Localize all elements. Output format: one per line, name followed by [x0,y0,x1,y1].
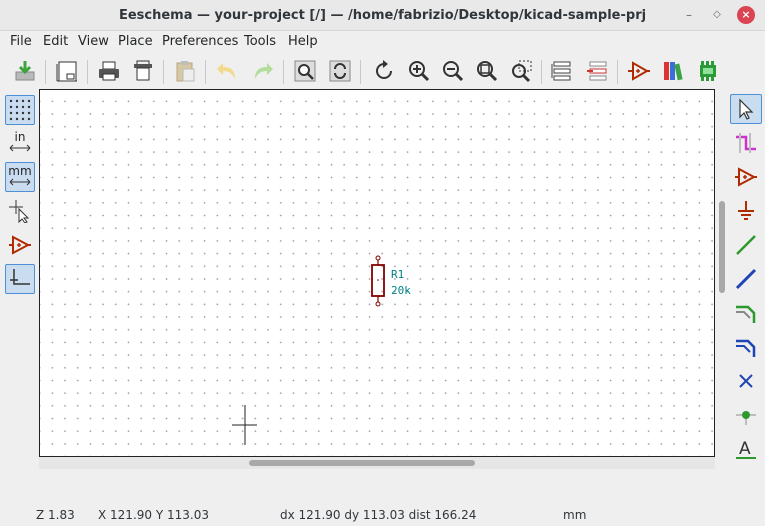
cursor-style-button[interactable] [5,196,35,226]
title-bar: Eeschema — your-project [/] — /home/fabr… [0,0,765,31]
vertical-scroll-thumb[interactable] [719,201,725,293]
units-mm-button[interactable]: mm [5,162,35,192]
highlight-net-icon [736,133,756,153]
bus-icon [735,268,757,290]
relative-coordinates: dx 121.90 dy 113.03 dist 166.24 [280,508,477,522]
zoom-readout: Z 1.83 [36,508,75,522]
undo-icon[interactable] [212,56,242,86]
horizontal-scrollbar[interactable] [39,457,715,469]
save-icon[interactable] [10,56,40,86]
annotate-icon[interactable] [693,56,723,86]
page-settings-icon[interactable] [52,56,82,86]
ground-icon [738,201,754,220]
units-readout: mm [563,508,587,522]
menu-view[interactable]: View [78,34,109,49]
right-toolbar: A [728,90,765,462]
symbol-library-browser-icon[interactable] [658,56,688,86]
plot-icon[interactable] [128,56,158,86]
main-toolbar [0,54,765,90]
zoom-fit-icon[interactable] [472,56,502,86]
menu-help[interactable]: Help [288,34,318,49]
orthogonal-wire-icon [10,269,30,285]
arrow-both-icon [9,144,31,152]
add-bus-button[interactable] [730,264,762,294]
hidden-pins-icon [9,235,31,255]
menu-tools[interactable]: Tools [244,34,276,49]
menu-file[interactable]: File [10,34,32,49]
grid-icon [9,99,31,121]
wire-bus-entry-icon [736,305,756,323]
units-inches-button[interactable]: in [5,128,35,158]
add-power-button[interactable] [730,196,762,226]
menu-edit[interactable]: Edit [43,34,68,49]
status-bar: Z 1.83 X 121.90 Y 113.03 dx 121.90 dy 11… [0,506,765,526]
close-button[interactable]: × [737,6,755,24]
cursor-coordinates: X 121.90 Y 113.03 [98,508,209,522]
paste-icon[interactable] [170,56,200,86]
resistor-symbol[interactable] [371,255,385,307]
svg-text:A: A [739,439,751,459]
find-icon[interactable] [290,56,320,86]
bus-bus-entry-icon [736,339,756,357]
horizontal-scroll-thumb[interactable] [249,460,475,466]
arrow-pointer-icon [739,98,754,120]
hidden-pins-button[interactable] [5,230,35,260]
arrow-both-icon [9,178,31,186]
zoom-out-icon[interactable] [438,56,468,86]
wire-to-bus-entry-button[interactable] [730,298,762,328]
menu-preferences[interactable]: Preferences [162,34,238,49]
zoom-selection-icon[interactable] [506,56,536,86]
crosshair-cursor [232,405,257,445]
unit-mm-label: mm [8,164,32,178]
redo-icon[interactable] [248,56,278,86]
find-replace-icon[interactable] [325,56,355,86]
show-grid-button[interactable] [5,95,35,125]
minimize-button[interactable]: – [680,6,698,24]
label-icon: A [736,439,756,459]
symbol-icon [735,167,757,187]
component-reference[interactable]: R1 [391,268,404,281]
orthogonal-lines-button[interactable] [5,264,35,294]
print-icon[interactable] [94,56,124,86]
redraw-icon[interactable] [369,56,399,86]
add-symbol-button[interactable] [730,162,762,192]
wire-icon [736,235,756,255]
left-toolbar: in mm [0,90,40,460]
hierarchy-navigator-icon[interactable] [548,56,578,86]
no-connect-button[interactable] [730,366,762,396]
component-value[interactable]: 20k [391,284,411,297]
menu-place[interactable]: Place [118,34,153,49]
menu-bar: File Edit View Place Preferences Tools H… [0,31,765,53]
unit-in-label: in [14,130,26,144]
cursor-crosshair-icon [9,200,30,223]
maximize-button[interactable]: ◇ [708,6,726,24]
select-tool-button[interactable] [730,94,762,124]
vertical-scrollbar[interactable] [716,89,728,457]
highlight-net-button[interactable] [730,128,762,158]
add-wire-button[interactable] [730,230,762,260]
schematic-drawing [232,255,385,445]
symbol-editor-icon[interactable] [624,56,654,86]
leave-sheet-icon[interactable] [582,56,612,86]
schematic-canvas[interactable]: R1 20k [39,89,715,457]
add-label-button[interactable]: A [730,434,762,464]
window-title: Eeschema — your-project [/] — /home/fabr… [118,8,647,23]
no-connect-icon [739,374,753,388]
junction-button[interactable] [730,400,762,430]
zoom-in-icon[interactable] [404,56,434,86]
bus-to-bus-entry-button[interactable] [730,332,762,362]
junction-icon [736,411,756,425]
